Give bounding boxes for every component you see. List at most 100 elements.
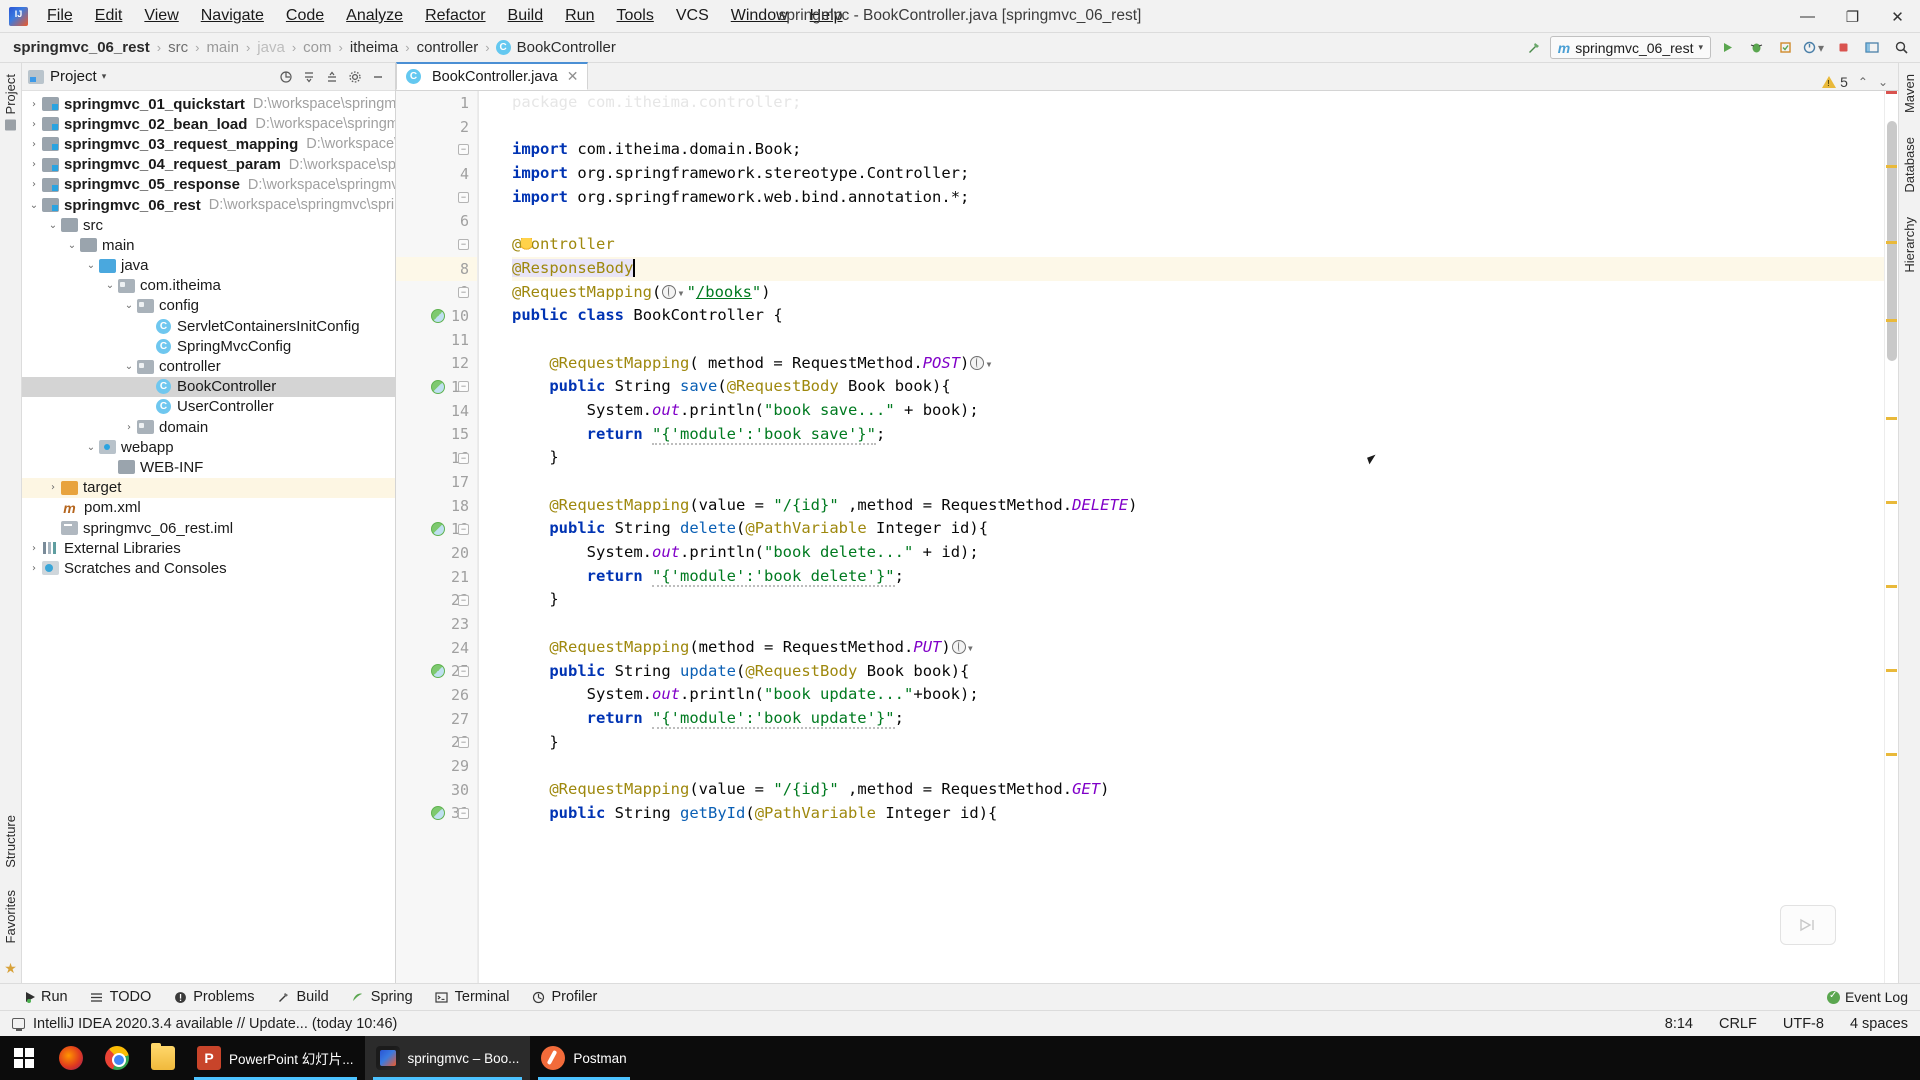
chevron-down-icon[interactable]: ⌄ — [83, 442, 99, 453]
chevron-right-icon[interactable]: › — [26, 563, 42, 574]
editor-tab-bookcontroller[interactable]: C BookController.java ✕ — [396, 62, 589, 90]
inspection-marker[interactable] — [1886, 165, 1897, 168]
menu-tools[interactable]: Tools — [605, 3, 664, 29]
menu-run[interactable]: Run — [554, 3, 605, 29]
chevron-down-icon[interactable]: ⌄ — [83, 260, 99, 271]
tree-node-webapp[interactable]: ⌄ webapp — [22, 437, 395, 457]
tree-node-usercontroller[interactable]: ›CUserController — [22, 397, 395, 417]
tree-node-config[interactable]: ⌄ config — [22, 296, 395, 316]
code-area[interactable]: package com.itheima.controller; import co… — [478, 91, 1884, 983]
menu-file[interactable]: File — [36, 3, 84, 29]
chevron-down-icon[interactable]: ⌄ — [26, 200, 42, 211]
inspection-marker[interactable] — [1886, 91, 1897, 94]
web-reference-icon[interactable] — [970, 355, 985, 370]
tree-node-springmvc-02-bean-load[interactable]: › springmvc_02_bean_load D:\workspace\spri… — [22, 114, 395, 134]
close-tab-icon[interactable]: ✕ — [567, 68, 579, 85]
tree-node-springmvc-05-response[interactable]: › springmvc_05_response D:\workspace\sprin… — [22, 175, 395, 195]
gutter-line-12[interactable]: 12 — [396, 352, 477, 376]
taskbar-app-postman[interactable]: Postman — [530, 1036, 637, 1080]
next-problem-icon[interactable]: ⌄ — [1878, 75, 1888, 89]
menu-code[interactable]: Code — [275, 3, 335, 29]
run-gutter-icon[interactable] — [431, 309, 445, 324]
indent-setting[interactable]: 4 spaces — [1850, 1016, 1908, 1032]
code-fold-icon[interactable]: − — [458, 523, 469, 535]
breadcrumb-main[interactable]: main — [205, 39, 240, 56]
tool-profiler[interactable]: Profiler — [531, 989, 597, 1005]
chevron-right-icon[interactable]: › — [26, 159, 42, 170]
code-line-28[interactable]: } — [512, 731, 1884, 755]
code-line-4[interactable]: import org.springframework.stereotype.Co… — [512, 162, 1884, 186]
code-line-6[interactable] — [512, 209, 1884, 233]
gutter-line-15[interactable]: 15 — [396, 423, 477, 447]
tree-node-springmvc-03-request-mapping[interactable]: › springmvc_03_request_mapping D:\workspac… — [22, 134, 395, 154]
editor-marker-strip[interactable] — [1884, 91, 1898, 983]
code-line-13[interactable]: public String save(@RequestBody Book boo… — [512, 375, 1884, 399]
editor-gutter[interactable]: 1234567891011121314151617181920212223242… — [396, 91, 478, 983]
breadcrumb-com[interactable]: com — [302, 39, 332, 56]
tree-node-domain[interactable]: › domain — [22, 417, 395, 437]
tree-node-springmvc-06-rest[interactable]: ⌄ springmvc_06_rest D:\workspace\springmvc… — [22, 195, 395, 215]
code-line-20[interactable]: System.out.println("book delete..." + id… — [512, 541, 1884, 565]
code-fold-icon[interactable]: − — [458, 239, 469, 251]
sidebar-tab-favorites[interactable]: Favorites — [2, 885, 19, 948]
close-button[interactable]: ✕ — [1875, 0, 1920, 33]
run-configuration-selector[interactable]: m springmvc_06_rest ▾ — [1549, 36, 1711, 59]
chevron-right-icon[interactable]: › — [26, 139, 42, 150]
chevron-right-icon[interactable]: › — [26, 119, 42, 130]
code-line-21[interactable]: return "{'module':'book delete'}"; — [512, 565, 1884, 589]
taskbar-app-file-explorer[interactable] — [140, 1036, 186, 1080]
code-fold-icon[interactable]: − — [458, 594, 469, 606]
code-line-26[interactable]: System.out.println("book update..."+book… — [512, 683, 1884, 707]
tree-node-springmvcconfig[interactable]: ›CSpringMvcConfig — [22, 336, 395, 356]
layout-settings-icon[interactable] — [1859, 36, 1885, 59]
run-coverage-icon[interactable] — [1772, 36, 1798, 59]
intention-bulb-icon[interactable] — [521, 238, 533, 252]
tool-todo[interactable]: TODO — [90, 989, 151, 1005]
event-log-button[interactable]: Event Log — [1826, 989, 1908, 1005]
minimize-button[interactable]: — — [1785, 0, 1830, 33]
breadcrumb-current-class[interactable]: BookController — [516, 39, 617, 56]
inspection-marker[interactable] — [1886, 585, 1897, 588]
code-line-9[interactable]: @RequestMapping(▾ "/books") — [512, 281, 1884, 305]
gutter-line-6[interactable]: 6 — [396, 209, 477, 233]
breadcrumb-project[interactable]: springmvc_06_rest — [12, 39, 151, 56]
hide-panel-icon[interactable] — [367, 66, 389, 88]
gutter-line-1[interactable]: 1 — [396, 91, 477, 115]
taskbar-app-powerpoint[interactable]: PowerPoint 幻灯片... — [186, 1036, 365, 1080]
taskbar-app-intellij[interactable]: springmvc – Boo... — [364, 1036, 531, 1080]
gutter-line-21[interactable]: 21 — [396, 565, 477, 589]
code-line-3[interactable]: import com.itheima.domain.Book; — [512, 138, 1884, 162]
chevron-down-icon[interactable]: ⌄ — [64, 240, 80, 251]
search-icon[interactable] — [1888, 36, 1914, 59]
inspection-marker[interactable] — [1886, 319, 1897, 322]
tool-spring[interactable]: Spring — [351, 989, 413, 1005]
code-line-7[interactable]: @Controller — [512, 233, 1884, 257]
code-fold-icon[interactable]: − — [458, 452, 469, 464]
tool-terminal[interactable]: Terminal — [435, 989, 509, 1005]
chevron-down-icon[interactable]: ▾ — [677, 286, 684, 300]
floating-run-widget[interactable] — [1780, 905, 1836, 945]
sidebar-tab-database[interactable]: Database — [1901, 132, 1918, 198]
code-line-1[interactable]: package com.itheima.controller; — [512, 91, 1884, 115]
gutter-line-8[interactable]: 8 — [396, 256, 477, 281]
code-line-25[interactable]: public String update(@RequestBody Book b… — [512, 660, 1884, 684]
chevron-down-icon[interactable]: ▾ — [967, 641, 974, 655]
code-fold-icon[interactable]: − — [458, 381, 469, 393]
inspection-marker[interactable] — [1886, 241, 1897, 244]
tool-problems[interactable]: Problems — [173, 989, 254, 1005]
menu-vcs[interactable]: VCS — [665, 3, 720, 29]
inspection-marker[interactable] — [1886, 417, 1897, 420]
menu-navigate[interactable]: Navigate — [190, 3, 275, 29]
gutter-line-26[interactable]: 26 — [396, 683, 477, 707]
status-message-area[interactable]: IntelliJ IDEA 2020.3.4 available // Upda… — [12, 1016, 397, 1032]
gutter-line-24[interactable]: 24 — [396, 636, 477, 660]
expand-all-icon[interactable] — [298, 66, 320, 88]
start-button[interactable] — [0, 1036, 48, 1080]
breadcrumb-itheima[interactable]: itheima — [349, 39, 399, 56]
tree-node-controller[interactable]: ⌄ controller — [22, 356, 395, 376]
code-line-11[interactable] — [512, 328, 1884, 352]
code-line-30[interactable]: @RequestMapping(value = "/{id}" ,method … — [512, 778, 1884, 802]
gutter-line-20[interactable]: 20 — [396, 541, 477, 565]
tree-node-springmvc-06-rest-iml[interactable]: ›springmvc_06_rest.iml — [22, 518, 395, 538]
menu-help[interactable]: Help — [799, 3, 854, 29]
